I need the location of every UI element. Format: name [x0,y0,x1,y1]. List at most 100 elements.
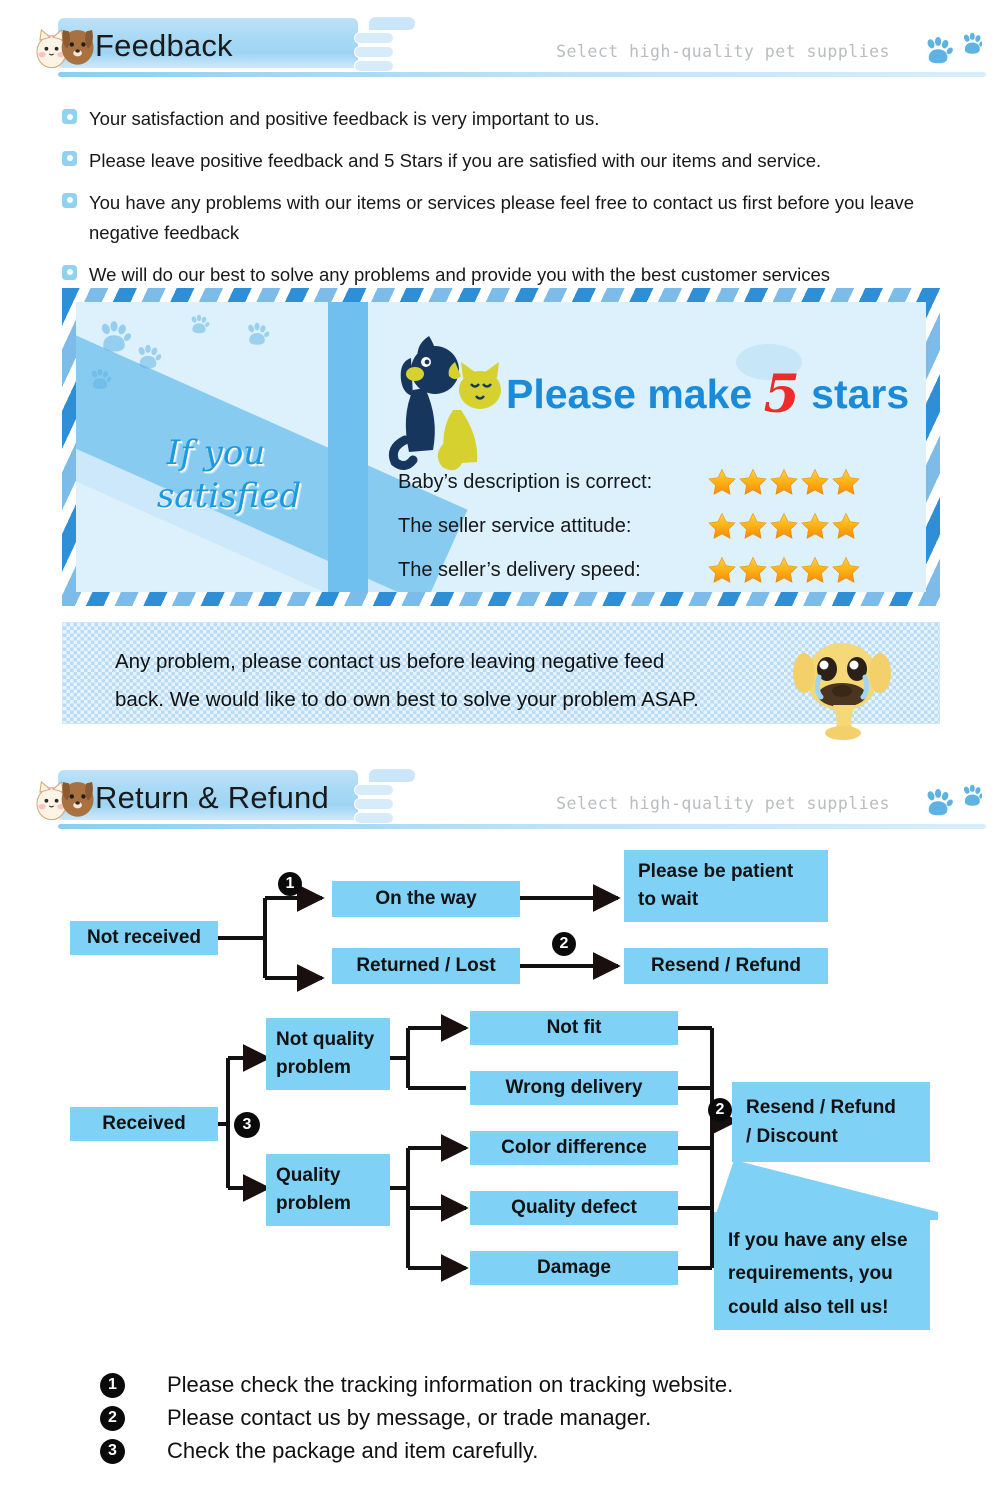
asap-text: Any problem, please contact us before le… [115,643,815,719]
flow-box-not-fit: Not fit [470,1011,678,1045]
flow-box-resend-refund-discount: Resend / Refund / Discount [732,1082,930,1162]
flow-box-color-difference: Color difference [470,1131,678,1165]
banner-content: If you satisfied Please make 5 stars Bab… [76,302,926,592]
banner-headline: Please make 5 stars [506,364,909,425]
script-line-1: If you [166,433,266,473]
list-item-text: We will do our best to solve any problem… [89,263,831,285]
page-title: Feedback [95,28,233,63]
feedback-section-header: Feedback Select high-quality pet supplie… [0,0,1000,78]
star-icon [832,556,860,584]
speech-bubble-tail [714,1160,938,1220]
bullet-square-icon [62,109,77,124]
flow-marker-1: 1 [278,872,302,896]
rating-stars [708,512,860,540]
flow-box-quality-defect: Quality defect [470,1191,678,1225]
vertical-band [328,302,368,592]
note-text: Please check the tracking information on… [167,1372,734,1397]
rating-label: The seller service attitude: [398,514,632,537]
list-item: We will do our best to solve any problem… [62,260,952,290]
note-marker-3: 3 [100,1438,125,1464]
flow-box-received: Received [70,1107,218,1141]
return-refund-section-header: Return & Refund Select high-quality pet … [0,752,1000,830]
flow-box-resend-refund: Resend / Refund [624,948,828,984]
if-you-satisfied-script: If you satisfied [106,432,326,517]
rating-row: The seller service attitude: [398,512,926,540]
star-icon [739,468,767,496]
star-icon [770,468,798,496]
return-refund-flowchart: Not received 1 On the way Returned / Los… [0,836,1000,1356]
list-item: You have any problems with our items or … [62,188,952,248]
asap-line-2: back. We would like to do own best to so… [115,687,699,711]
star-icon [832,468,860,496]
headline-five: 5 [763,364,800,425]
star-icon [739,556,767,584]
flow-marker-3: 3 [234,1112,260,1138]
flow-box-quality-problem: Quality problem [266,1154,390,1226]
list-item: Please leave positive feedback and 5 Sta… [62,146,952,176]
rating-label: Baby’s description is correct: [398,470,653,493]
bullet-square-icon [62,150,77,166]
feedback-bullet-list: Your satisfaction and positive feedback … [62,104,952,302]
list-item: 2 Please contact us by message, or trade… [100,1405,920,1431]
header-tagline: Select high-quality pet supplies [556,42,890,61]
paw-watermark [88,368,112,392]
headline-after: stars [799,371,910,417]
list-item: 1 Please check the tracking information … [100,1372,920,1398]
note-text: Check the package and item carefully. [167,1438,539,1463]
star-icon [770,556,798,584]
list-item-text: You have any problems with our items or … [89,191,915,243]
star-icon [801,556,829,584]
rating-rows: Baby’s description is correct: The selle… [398,468,926,592]
flow-box-damage: Damage [470,1251,678,1285]
note-marker-1: 1 [100,1372,125,1398]
paw-watermark [188,314,210,336]
rating-stars [708,468,860,496]
page-title: Return & Refund [95,780,329,815]
list-item-text: Please leave positive feedback and 5 Sta… [89,149,822,171]
flow-box-on-the-way: On the way [332,881,520,917]
star-icon [708,468,736,496]
dog-and-cat-icon [27,766,105,824]
asap-line-1: Any problem, please contact us before le… [115,650,665,673]
headline-before: Please make [506,371,764,417]
rating-row: Baby’s description is correct: [398,468,926,496]
crying-dog-emoji [787,629,897,741]
list-item: Your satisfaction and positive feedback … [62,104,952,134]
star-icon [770,512,798,540]
flow-marker-2: 2 [552,932,576,956]
pointing-hand-icon [348,16,418,74]
dog-and-cat-illustration [381,322,521,472]
flow-box-extra-requirements-bubble: If you have any else requirements, you c… [714,1212,930,1330]
star-icon [708,556,736,584]
star-icon [801,468,829,496]
please-make-5-stars-banner: If you satisfied Please make 5 stars Bab… [62,288,940,606]
script-line-2: satisfied [156,475,302,516]
star-icon [801,512,829,540]
flow-box-returned-lost: Returned / Lost [332,948,520,984]
pointing-hand-icon [348,768,418,826]
rating-row: The seller’s delivery speed: [398,556,926,584]
list-item-text: Your satisfaction and positive feedback … [89,108,600,129]
paw-prints-icon [910,32,982,72]
note-marker-2: 2 [100,1405,125,1431]
note-text: Please contact us by message, or trade m… [167,1405,652,1430]
rating-stars [708,556,860,584]
flow-marker-2b: 2 [708,1098,732,1122]
header-divider [58,824,986,829]
rating-label: The seller’s delivery speed: [398,558,641,581]
footer-notes: 1 Please check the tracking information … [100,1372,920,1471]
flow-box-not-received: Not received [70,921,218,955]
star-icon [739,512,767,540]
header-divider [58,72,986,77]
paw-watermark [244,322,270,348]
dog-and-cat-icon [27,14,105,72]
star-icon [708,512,736,540]
paw-prints-icon [910,784,982,824]
contact-before-negative-feedback-box: Any problem, please contact us before le… [62,622,940,724]
paw-watermark [134,344,162,372]
star-icon [832,512,860,540]
bullet-square-icon [62,192,77,208]
flow-box-wrong-delivery: Wrong delivery [470,1071,678,1105]
bullet-square-icon [62,264,77,280]
flow-box-not-quality-problem: Not quality problem [266,1018,390,1090]
